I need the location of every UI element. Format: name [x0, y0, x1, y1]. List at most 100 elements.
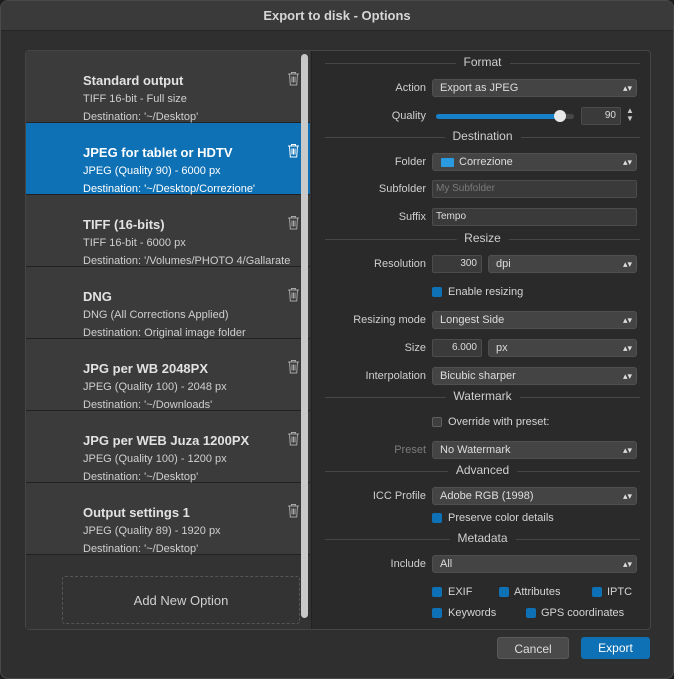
- quality-stepper[interactable]: ▲ ▼: [624, 107, 636, 125]
- folder-value: Correzione: [459, 156, 513, 168]
- include-label: Include: [390, 558, 426, 570]
- include-value: All: [440, 558, 453, 570]
- preset-name: JPG per WEB Juza 1200PX: [83, 433, 250, 448]
- trash-icon[interactable]: [287, 215, 300, 230]
- preset-destination: Destination: '~/Downloads': [83, 399, 213, 411]
- trash-icon[interactable]: [287, 71, 300, 86]
- preset-item[interactable]: TIFF (16-bits) TIFF 16-bit - 6000 px Des…: [26, 195, 310, 267]
- folder-icon: [441, 158, 454, 167]
- chevron-updown-icon: ▴▾: [622, 259, 632, 269]
- include-select[interactable]: All ▴▾: [432, 555, 637, 573]
- preset-format: JPEG (Quality 90) - 6000 px: [83, 165, 221, 177]
- export-options-window: Export to disk - Options Standard output…: [0, 0, 674, 679]
- subfolder-label: Subfolder: [378, 183, 426, 195]
- keywords-label: Keywords: [448, 607, 497, 619]
- quality-label: Quality: [391, 110, 426, 122]
- preset-item-selected[interactable]: JPEG for tablet or HDTV JPEG (Quality 90…: [26, 123, 310, 195]
- resolution-input[interactable]: 300: [432, 255, 482, 273]
- iptc-label: IPTC: [607, 586, 633, 598]
- preset-name: JPEG for tablet or HDTV: [83, 145, 233, 160]
- attributes-checkbox[interactable]: [499, 587, 509, 597]
- preset-destination: Destination: '~/Desktop/Correzione': [83, 183, 256, 195]
- enable-resizing-checkbox[interactable]: [432, 287, 442, 297]
- section-metadata-title: Metadata: [449, 531, 516, 545]
- watermark-preset-label: Preset: [394, 444, 426, 456]
- preset-item[interactable]: JPG per WEB Juza 1200PX JPEG (Quality 10…: [26, 411, 310, 483]
- chevron-updown-icon: ▴▾: [622, 491, 632, 501]
- chevron-updown-icon: ▴▾: [622, 157, 632, 167]
- quality-slider-knob[interactable]: [554, 110, 567, 122]
- options-area: Format Action Export as JPEG ▴▾ Quality 9…: [313, 51, 650, 629]
- preset-destination: Destination: Original image folder: [83, 327, 246, 339]
- preset-format: DNG (All Corrections Applied): [83, 309, 229, 321]
- preset-item[interactable]: Standard output TIFF 16-bit - Full size …: [26, 51, 310, 123]
- folder-select[interactable]: Correzione ▴▾: [432, 153, 637, 171]
- subfolder-input[interactable]: My Subfolder: [432, 180, 637, 198]
- section-metadata: Metadata: [325, 531, 640, 545]
- section-resize-title: Resize: [456, 231, 509, 245]
- preset-destination: Destination: '~/Desktop': [83, 111, 199, 123]
- trash-icon[interactable]: [287, 431, 300, 446]
- action-value: Export as JPEG: [440, 82, 519, 94]
- override-preset-label: Override with preset:: [448, 416, 550, 428]
- gps-checkbox[interactable]: [526, 608, 536, 618]
- resolution-unit-select[interactable]: dpi ▴▾: [488, 255, 637, 273]
- resizing-mode-label: Resizing mode: [353, 314, 426, 326]
- icc-profile-select[interactable]: Adobe RGB (1998) ▴▾: [432, 487, 637, 505]
- attributes-label: Attributes: [514, 586, 561, 598]
- size-unit-select[interactable]: px ▴▾: [488, 339, 637, 357]
- trash-icon[interactable]: [287, 287, 300, 302]
- section-advanced-title: Advanced: [447, 463, 518, 477]
- preset-list-scrollbar[interactable]: [301, 54, 308, 618]
- chevron-updown-icon: ▴▾: [622, 559, 632, 569]
- watermark-preset-value: No Watermark: [440, 444, 511, 456]
- preset-destination: Destination: '~/Desktop': [83, 471, 199, 483]
- preset-format: JPEG (Quality 89) - 1920 px: [83, 525, 221, 537]
- section-resize: Resize: [325, 231, 640, 245]
- icc-profile-value: Adobe RGB (1998): [440, 490, 534, 502]
- suffix-label: Suffix: [398, 211, 426, 223]
- interpolation-select[interactable]: Bicubic sharper ▴▾: [432, 367, 637, 385]
- folder-label: Folder: [394, 156, 426, 168]
- preserve-color-checkbox[interactable]: [432, 513, 442, 523]
- chevron-updown-icon: ▴▾: [622, 343, 632, 353]
- preset-item[interactable]: Output settings 1 JPEG (Quality 89) - 19…: [26, 483, 310, 555]
- quality-slider-fill: [436, 114, 561, 119]
- override-preset-checkbox[interactable]: [432, 417, 442, 427]
- trash-icon[interactable]: [287, 359, 300, 374]
- iptc-checkbox[interactable]: [592, 587, 602, 597]
- add-new-option-button[interactable]: Add New Option: [62, 576, 300, 624]
- resizing-mode-value: Longest Side: [440, 314, 505, 326]
- action-select[interactable]: Export as JPEG ▴▾: [432, 79, 637, 97]
- preset-item[interactable]: JPG per WB 2048PX JPEG (Quality 100) - 2…: [26, 339, 310, 411]
- trash-icon[interactable]: [287, 143, 300, 158]
- chevron-updown-icon: ▴▾: [622, 83, 632, 93]
- preset-name: Standard output: [83, 73, 184, 88]
- resolution-label: Resolution: [374, 258, 426, 270]
- keywords-checkbox[interactable]: [432, 608, 442, 618]
- chevron-updown-icon: ▴▾: [622, 371, 632, 381]
- quality-slider-track[interactable]: [436, 110, 574, 122]
- exif-checkbox[interactable]: [432, 587, 442, 597]
- resolution-unit-value: dpi: [496, 258, 511, 270]
- preserve-color-label: Preserve color details: [448, 512, 554, 524]
- gps-label: GPS coordinates: [541, 607, 625, 619]
- cancel-button[interactable]: Cancel: [497, 637, 569, 659]
- quality-input[interactable]: 90: [581, 107, 621, 125]
- suffix-input[interactable]: Tempo: [432, 208, 637, 226]
- resizing-mode-select[interactable]: Longest Side ▴▾: [432, 311, 637, 329]
- size-input[interactable]: 6.000: [432, 339, 482, 357]
- trash-icon[interactable]: [287, 503, 300, 518]
- preset-name: DNG: [83, 289, 112, 304]
- enable-resizing-label: Enable resizing: [448, 286, 524, 298]
- preset-name: JPG per WB 2048PX: [83, 361, 208, 376]
- section-watermark: Watermark: [325, 389, 640, 403]
- section-format: Format: [325, 55, 640, 69]
- exif-label: EXIF: [448, 586, 473, 598]
- action-label: Action: [395, 82, 426, 94]
- export-button[interactable]: Export: [581, 637, 650, 659]
- preset-item[interactable]: DNG DNG (All Corrections Applied) Destin…: [26, 267, 310, 339]
- preset-name: TIFF (16-bits): [83, 217, 165, 232]
- watermark-preset-select[interactable]: No Watermark ▴▾: [432, 441, 637, 459]
- preset-list: Standard output TIFF 16-bit - Full size …: [26, 51, 312, 629]
